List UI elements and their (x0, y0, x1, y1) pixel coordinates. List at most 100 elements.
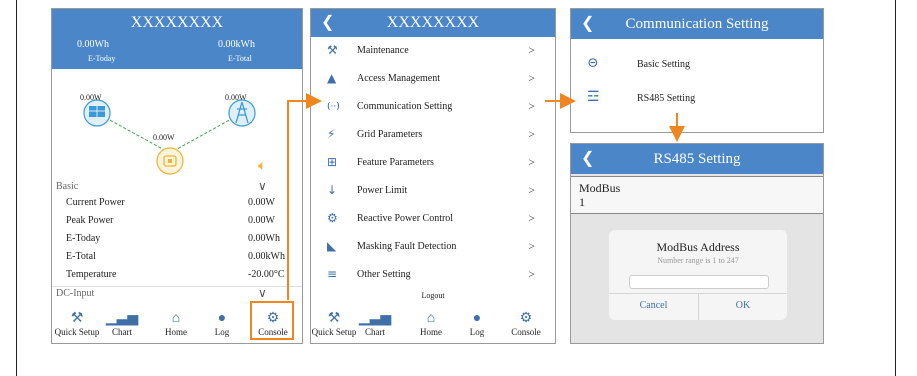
dc-input-label: DC-Input (56, 288, 95, 299)
address-input[interactable] (629, 275, 769, 289)
logout-button[interactable]: Logout (311, 291, 555, 300)
info-icon: ● (472, 311, 482, 326)
basic-row-label: E-Today (66, 233, 101, 244)
console-item[interactable]: (··) Communication Setting > (311, 93, 555, 121)
gear-icon: ⚙ (327, 211, 338, 225)
nav-home[interactable]: ⌂ Home (411, 311, 451, 337)
speaker-icon[interactable]: 🔈︎ (258, 159, 266, 175)
basic-row-value: 0.00kWh (248, 251, 285, 262)
comm-title: Communication Setting (625, 16, 769, 32)
basic-row: E-Total 0.00kWh (52, 249, 302, 267)
chevron-right-icon: > (528, 43, 535, 57)
energy-flow-diagram (83, 99, 256, 175)
console-item-label: Reactive Power Control (357, 213, 454, 224)
chevron-right-icon: > (528, 127, 535, 141)
total-value: 0.00kWh (218, 39, 255, 50)
console-item-label: Masking Fault Detection (357, 241, 457, 252)
tools-icon: ⚒ (70, 311, 84, 326)
console-highlight-box (250, 301, 294, 340)
today-label: E-Today (88, 54, 116, 63)
modbus-field[interactable]: ModBus 1 (571, 176, 823, 214)
console-item-label: Access Management (357, 73, 441, 84)
inverter-power: 0.00W (153, 133, 175, 142)
back-icon[interactable]: ❮ (581, 144, 594, 174)
console-item[interactable]: ⚙ Reactive Power Control > (311, 205, 555, 233)
chevron-right-icon: > (528, 155, 535, 169)
nav-label: Home (420, 327, 442, 337)
nav-home[interactable]: ⌂ Home (156, 311, 196, 337)
pv-power: 0.00W (80, 93, 102, 102)
nav-label: Log (214, 327, 230, 337)
nav-quick-setup[interactable]: ⚒ Quick Setup (54, 311, 100, 337)
modbus-value: 1 (579, 195, 585, 209)
chevron-right-icon: > (528, 99, 535, 113)
basic-row-label: E-Total (66, 251, 96, 262)
bottom-nav: ⚒ Quick Setup ▁▃▅ Chart ⌂ Home ● Log ⚙ Consol… (311, 309, 555, 343)
basic-row-value: 0.00W (248, 215, 275, 226)
nav-log[interactable]: ● Log (202, 311, 242, 337)
basic-setting-item[interactable]: ⊝ Basic Setting (571, 55, 823, 77)
console-item[interactable]: ↓ Power Limit > (311, 177, 555, 205)
basic-row: Temperature -20.00°C (52, 267, 302, 285)
grid-icon: ⊞ (327, 155, 338, 169)
nav-label: Console (511, 327, 541, 337)
console-item[interactable]: ⚒ Maintenance > (311, 37, 555, 65)
nav-console[interactable]: ⚙ Console (503, 311, 549, 337)
bar-chart-icon: ▁▃▅ (358, 311, 392, 326)
chevron-right-icon: > (528, 71, 535, 85)
ok-button[interactable]: OK (699, 300, 787, 311)
modbus-label: ModBus (579, 181, 621, 195)
console-item[interactable]: ≡ Other Setting > (311, 261, 555, 289)
home-screen: XXXXXXXX 0.00Wh E-Today 0.00kWh E-Total … (51, 8, 303, 344)
nav-label: Home (165, 327, 187, 337)
console-item[interactable]: ⚡ Grid Parameters > (311, 121, 555, 149)
wrench-icon: ⚒ (327, 43, 338, 57)
console-item[interactable]: ◣ Masking Fault Detection > (311, 233, 555, 261)
basic-row-value: 0.00Wh (248, 233, 280, 244)
basic-section-label: Basic (56, 181, 79, 192)
home-title: XXXXXXXX (130, 14, 224, 31)
rs485-header: ❮ RS485 Setting (571, 144, 823, 174)
user-icon: ▲ (327, 71, 337, 85)
nav-label: Quick Setup (311, 327, 357, 337)
console-screen: ❮ XXXXXXXX ⚒ Maintenance > ▲ Access Manageme… (310, 8, 556, 344)
cancel-button[interactable]: Cancel (609, 300, 698, 311)
basic-setting-label: Basic Setting (637, 59, 691, 70)
rs485-screen: ❮ RS485 Setting ModBus 1 ModBus Address … (570, 143, 824, 344)
mask-icon: ◣ (327, 239, 337, 253)
rs485-setting-item[interactable]: ☲ RS485 Setting (571, 89, 823, 111)
basic-collapse-icon[interactable]: ∨ (258, 179, 267, 194)
console-header: ❮ XXXXXXXX (311, 9, 555, 37)
communication-screen: ❮ Communication Setting ⊝ Basic Setting … (570, 8, 824, 133)
nav-label: Quick Setup (54, 327, 100, 337)
basic-row-label: Current Power (66, 197, 125, 208)
total-label: E-Total (228, 54, 252, 63)
home-icon: ⌂ (171, 311, 181, 326)
dialog-hint: Number range is 1 to 247 (657, 256, 739, 265)
basic-row-label: Temperature (66, 269, 117, 280)
dialog-title: ModBus Address (656, 240, 740, 254)
back-icon[interactable]: ❮ (321, 9, 334, 37)
nav-chart[interactable]: ▁▃▅ Chart (355, 311, 395, 337)
console-title: XXXXXXXX (386, 14, 480, 31)
console-item[interactable]: ⊞ Feature Parameters > (311, 149, 555, 177)
today-value: 0.00Wh (77, 39, 109, 50)
console-item[interactable]: ▲ Access Management > (311, 65, 555, 93)
chevron-right-icon: > (528, 267, 535, 281)
nav-chart[interactable]: ▁▃▅ Chart (102, 311, 142, 337)
basic-row-value: -20.00°C (248, 269, 285, 280)
console-item-label: Feature Parameters (357, 157, 434, 168)
nav-log[interactable]: ● Log (457, 311, 497, 337)
modbus-dialog: ModBus Address Number range is 1 to 247 … (609, 230, 787, 320)
signal-icon: (··) (327, 102, 340, 112)
basic-row: Peak Power 0.00W (52, 213, 302, 231)
bar-chart-icon: ▁▃▅ (105, 311, 139, 326)
basic-row: Current Power 0.00W (52, 195, 302, 213)
menu-icon: ≡ (327, 267, 338, 281)
back-icon[interactable]: ❮ (581, 9, 594, 39)
info-icon: ● (217, 311, 227, 326)
dc-collapse-icon[interactable]: ∨ (258, 286, 267, 301)
nav-quick-setup[interactable]: ⚒ Quick Setup (311, 311, 357, 337)
basic-row-label: Peak Power (66, 215, 114, 226)
console-item-label: Other Setting (357, 269, 411, 280)
